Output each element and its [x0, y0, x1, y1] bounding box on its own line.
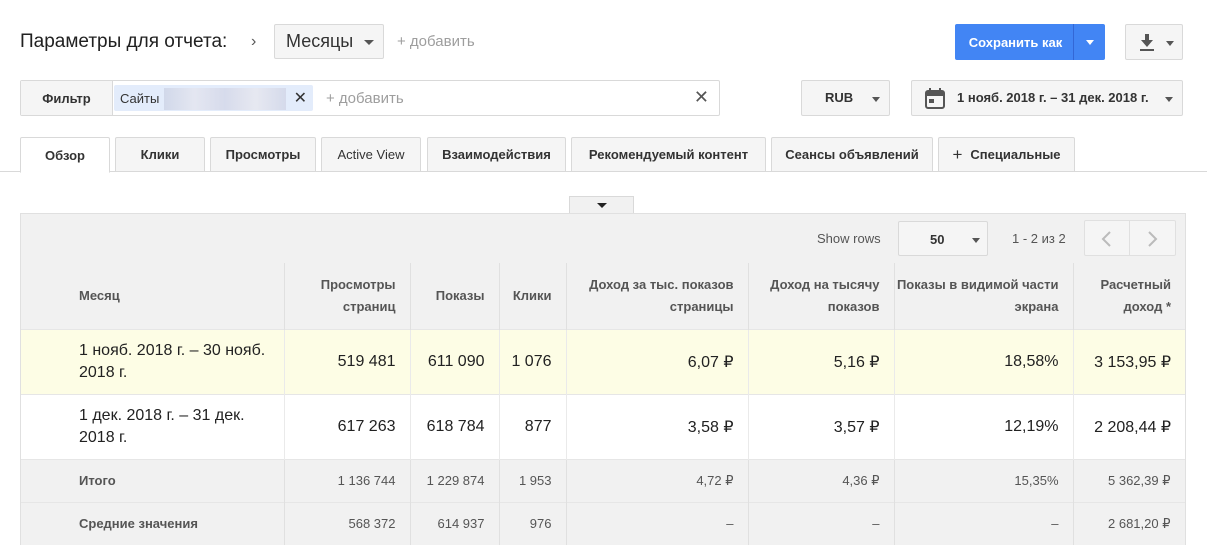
- filter-bar: Фильтр Сайты ✕ + добавить ✕: [20, 80, 720, 116]
- chevron-right-icon: ›: [251, 33, 257, 50]
- averages-row: Средние значения 568 372 614 937 976 – –…: [21, 501, 1186, 545]
- tab-interactions[interactable]: Взаимодействия: [427, 137, 566, 172]
- table-cell: 1 229 874: [410, 458, 500, 502]
- column-header[interactable]: Показы: [410, 263, 500, 329]
- date-range-label: 1 нояб. 2018 г. – 31 дек. 2018 г.: [957, 90, 1149, 105]
- date-range-picker[interactable]: 1 нояб. 2018 г. – 31 дек. 2018 г.: [911, 80, 1183, 116]
- show-rows-label: Show rows: [817, 231, 881, 246]
- column-header[interactable]: Расчетный доход *: [1073, 263, 1185, 329]
- table-cell: 5 362,39 ₽: [1073, 458, 1186, 502]
- table-cell: Средние значения: [21, 501, 285, 545]
- table-cell: 4,72 ₽: [566, 458, 749, 502]
- column-header[interactable]: Месяц: [21, 263, 285, 329]
- tab-ad-sessions[interactable]: Сеансы объявлений: [771, 137, 933, 172]
- report-table-panel: Show rows 50 1 - 2 из 2 Месяц Просмотры …: [20, 213, 1186, 545]
- save-as-label: Сохранить как: [968, 34, 1063, 50]
- table-cell: 5,16 ₽: [748, 328, 895, 394]
- next-page-button[interactable]: [1130, 220, 1176, 256]
- table-cell: 18,58%: [894, 328, 1074, 394]
- table-cell: 1 953: [499, 458, 567, 502]
- table-cell: 2 681,20 ₽: [1073, 501, 1186, 545]
- download-button[interactable]: [1125, 24, 1183, 60]
- chevron-down-icon: [1166, 41, 1174, 46]
- collapse-chart-toggle[interactable]: [569, 196, 634, 214]
- table-cell: 2 208,44 ₽: [1073, 393, 1185, 459]
- chevron-down-icon: [972, 238, 980, 243]
- table-cell: –: [894, 501, 1074, 545]
- table-cell: 1 076: [499, 328, 567, 394]
- table-cell: 617 263: [284, 393, 411, 459]
- calendar-icon: [925, 88, 945, 109]
- report-table: Месяц Просмотры страниц Показы Клики Дох…: [21, 263, 1186, 545]
- chevron-down-icon: [1165, 97, 1173, 102]
- chevron-left-icon: [1101, 231, 1111, 247]
- table-cell: 877: [499, 393, 567, 459]
- table-cell: 568 372: [284, 501, 411, 545]
- tab-views[interactable]: Просмотры: [210, 137, 316, 172]
- table-cell: Итого: [21, 458, 285, 502]
- column-header[interactable]: Доход на тысячу показов: [748, 263, 895, 329]
- table-cell: 4,36 ₽: [748, 458, 895, 502]
- table-cell: 976: [499, 501, 567, 545]
- tab-matched-content[interactable]: Рекомендуемый контент: [571, 137, 766, 172]
- prev-page-button[interactable]: [1084, 220, 1130, 256]
- tab-clicks[interactable]: Клики: [115, 137, 205, 172]
- table-cell: 3,57 ₽: [748, 393, 895, 459]
- table-row[interactable]: 1 нояб. 2018 г. – 30 нояб. 2018 г. 519 4…: [21, 328, 1185, 394]
- rows-per-page-select[interactable]: 50: [898, 221, 988, 256]
- column-header[interactable]: Просмотры страниц: [284, 263, 411, 329]
- tab-active-view[interactable]: Active View: [321, 137, 421, 172]
- tab-overview[interactable]: Обзор: [20, 137, 110, 173]
- download-icon: [1140, 34, 1154, 51]
- dimension-dropdown[interactable]: Месяцы: [274, 24, 384, 59]
- column-header[interactable]: Клики: [499, 263, 567, 329]
- tab-custom[interactable]: + Специальные: [938, 137, 1075, 172]
- chevron-down-icon: [364, 40, 374, 45]
- pagination-range: 1 - 2 из 2: [1012, 231, 1066, 246]
- dimension-label: Месяцы: [286, 31, 354, 51]
- column-header[interactable]: Доход за тыс. показов страницы: [566, 263, 749, 329]
- currency-label: RUB: [825, 90, 854, 105]
- table-cell: 519 481: [284, 328, 411, 394]
- table-cell: 12,19%: [894, 393, 1074, 459]
- plus-icon: +: [952, 144, 963, 164]
- save-as-button[interactable]: Сохранить как: [955, 24, 1105, 60]
- table-cell: 3 153,95 ₽: [1073, 328, 1185, 394]
- table-cell: 614 937: [410, 501, 500, 545]
- save-options-dropdown-icon[interactable]: [1074, 24, 1105, 60]
- filter-chip-label: Сайты: [120, 90, 160, 106]
- table-cell: 1 136 744: [284, 458, 411, 502]
- page-title: Параметры для отчета:: [20, 31, 228, 52]
- column-header[interactable]: Показы в видимой части экрана: [894, 263, 1074, 329]
- table-cell: 611 090: [410, 328, 500, 394]
- filter-chip[interactable]: Сайты ✕: [114, 85, 313, 111]
- rows-per-page-value: 50: [930, 232, 945, 247]
- chevron-right-icon: [1148, 231, 1158, 247]
- table-cell: 1 дек. 2018 г. – 31 дек. 2018 г.: [21, 393, 285, 459]
- table-row[interactable]: 1 дек. 2018 г. – 31 дек. 2018 г. 617 263…: [21, 393, 1185, 459]
- redacted-value: [164, 88, 286, 110]
- table-cell: 618 784: [410, 393, 500, 459]
- tab-custom-label: Специальные: [970, 147, 1061, 162]
- table-cell: 3,58 ₽: [566, 393, 749, 459]
- chevron-down-icon: [872, 97, 880, 102]
- table-cell: 15,35%: [894, 458, 1074, 502]
- clear-filter-icon[interactable]: ✕: [694, 87, 709, 108]
- table-cell: 6,07 ₽: [566, 328, 749, 394]
- remove-chip-icon[interactable]: ✕: [294, 88, 307, 108]
- table-cell: –: [748, 501, 895, 545]
- table-cell: 1 нояб. 2018 г. – 30 нояб. 2018 г.: [21, 328, 285, 394]
- currency-dropdown[interactable]: RUB: [801, 80, 890, 116]
- table-cell: –: [566, 501, 749, 545]
- filter-button[interactable]: Фильтр: [21, 81, 113, 115]
- totals-row: Итого 1 136 744 1 229 874 1 953 4,72 ₽ 4…: [21, 458, 1186, 502]
- table-header-row: Месяц Просмотры страниц Показы Клики Дох…: [21, 263, 1185, 329]
- add-dimension-link[interactable]: + добавить: [397, 33, 475, 50]
- filter-add-link[interactable]: + добавить: [326, 90, 404, 107]
